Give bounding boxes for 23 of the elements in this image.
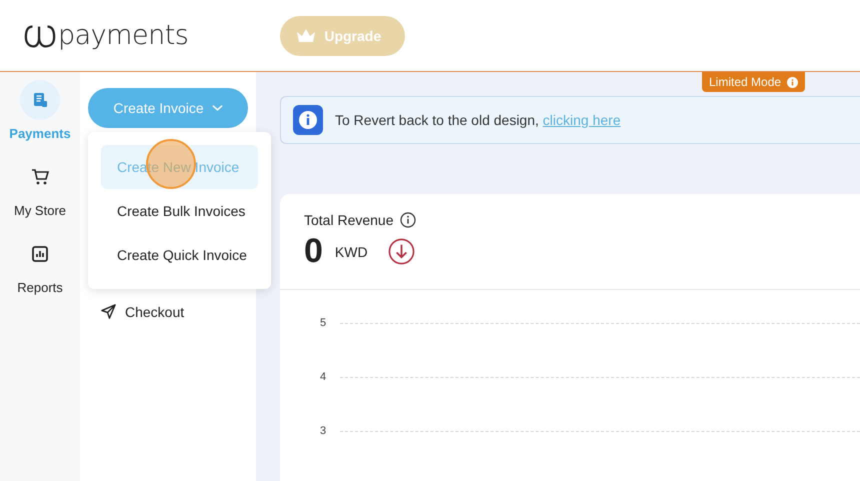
axis-tick-label: 4 bbox=[320, 371, 328, 383]
cart-icon bbox=[30, 168, 49, 186]
banner-text: To Revert back to the old design, clicking here bbox=[335, 112, 621, 128]
send-icon bbox=[100, 303, 117, 320]
currency-label: KWD bbox=[334, 244, 368, 260]
bar-chart-icon bbox=[31, 245, 49, 263]
axis-tick-label: 3 bbox=[320, 425, 328, 437]
menu-item[interactable]: Create Bulk Invoices bbox=[101, 189, 258, 233]
info-icon bbox=[787, 76, 798, 88]
rail-item[interactable]: My Store bbox=[14, 157, 66, 218]
axis-tick-label: 5 bbox=[320, 317, 328, 329]
info-icon bbox=[400, 212, 416, 228]
crown-icon bbox=[296, 28, 316, 44]
info-icon bbox=[293, 105, 323, 135]
arrow-down-icon bbox=[388, 238, 415, 265]
revenue-amount: 0 bbox=[304, 232, 323, 271]
menu-item[interactable]: Create Quick Invoice bbox=[101, 233, 258, 277]
limited-mode-badge: Limited Mode bbox=[702, 72, 806, 92]
rail-item[interactable]: Reports bbox=[17, 234, 63, 295]
logo-text: payments bbox=[58, 20, 188, 51]
chevron-down-icon bbox=[212, 104, 223, 112]
card-title: Total Revenue bbox=[304, 212, 394, 228]
nav-link[interactable]: Checkout bbox=[125, 304, 184, 320]
